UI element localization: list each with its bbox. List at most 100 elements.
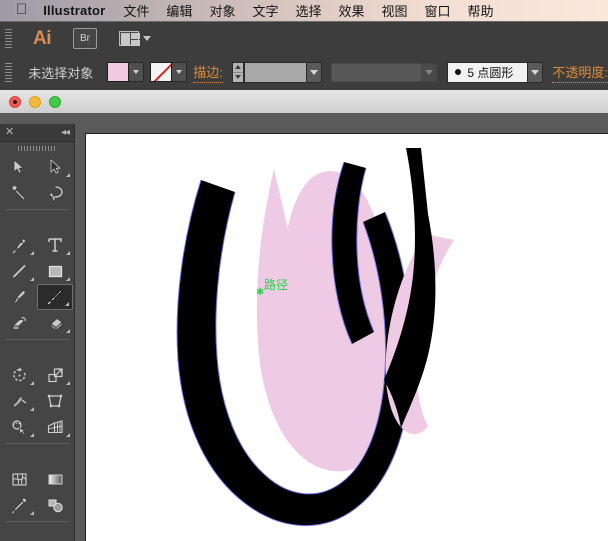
fill-dropdown-button[interactable] bbox=[129, 62, 145, 82]
stroke-profile-input[interactable] bbox=[330, 62, 423, 82]
pen-nib-icon bbox=[12, 237, 26, 253]
flyout-indicator-icon bbox=[30, 251, 34, 255]
menu-item-window[interactable]: 窗口 bbox=[425, 1, 451, 20]
flyout-indicator-icon bbox=[30, 407, 34, 411]
document-titlebar[interactable] bbox=[0, 90, 608, 114]
menu-item-view[interactable]: 视图 bbox=[382, 1, 408, 20]
magic-wand-icon bbox=[11, 184, 26, 201]
selection-status-label: 未选择对象 bbox=[28, 65, 94, 81]
width-tool-icon bbox=[11, 395, 26, 408]
paintbrush-icon bbox=[12, 289, 26, 305]
stroke-swatch-none[interactable] bbox=[150, 62, 173, 82]
tool-free-transform[interactable] bbox=[37, 388, 73, 414]
tool-width[interactable] bbox=[1, 388, 37, 414]
artwork-layer[interactable] bbox=[86, 134, 608, 541]
tool-pen[interactable] bbox=[1, 232, 37, 258]
menu-app-name[interactable]: Illustrator bbox=[43, 3, 105, 18]
tools-panel: ✕ ◂◂ bbox=[0, 124, 75, 541]
artboard-canvas[interactable]: 路径 ✱ bbox=[85, 133, 608, 541]
brush-definition-dropdown-button[interactable] bbox=[528, 61, 544, 83]
stroke-weight-input[interactable] bbox=[244, 61, 307, 83]
collapse-panel-icon[interactable]: ◂◂ bbox=[61, 127, 70, 138]
tool-paintbrush[interactable] bbox=[1, 284, 37, 310]
stroke-weight-label[interactable]: 描边: bbox=[193, 62, 223, 83]
window-minimize-button[interactable] bbox=[29, 96, 41, 108]
tool-blob-brush[interactable] bbox=[1, 310, 37, 336]
tool-pencil[interactable] bbox=[37, 284, 73, 310]
stroke-dropdown-button[interactable] bbox=[172, 62, 188, 82]
tool-lasso[interactable] bbox=[37, 180, 73, 206]
tool-direct-selection[interactable] bbox=[37, 154, 73, 180]
tool-eraser[interactable] bbox=[37, 310, 73, 336]
tool-magic-wand[interactable] bbox=[1, 180, 37, 206]
apple-logo-icon[interactable]:  bbox=[16, 2, 27, 17]
tool-rectangle[interactable] bbox=[37, 258, 73, 284]
smart-guide-label: 路径 bbox=[264, 278, 289, 292]
document-body: 路径 ✱ bbox=[0, 113, 608, 541]
perspective-grid-icon bbox=[47, 419, 63, 433]
tool-shape-builder[interactable] bbox=[1, 414, 37, 440]
tool-gradient[interactable] bbox=[37, 466, 73, 492]
close-icon[interactable]: ✕ bbox=[5, 127, 14, 138]
document-window: 路径 ✱ bbox=[0, 90, 608, 541]
stroke-color-control[interactable] bbox=[150, 62, 188, 82]
tool-blend[interactable] bbox=[37, 492, 73, 518]
menu-item-edit[interactable]: 编辑 bbox=[166, 1, 192, 20]
shape-builder-icon bbox=[11, 419, 26, 435]
menu-item-help[interactable]: 帮助 bbox=[468, 1, 494, 20]
free-transform-icon bbox=[47, 394, 62, 407]
tool-selection[interactable] bbox=[1, 154, 37, 180]
tool-mesh[interactable] bbox=[1, 466, 37, 492]
control-bar-gripper[interactable] bbox=[3, 62, 14, 82]
blend-icon bbox=[48, 499, 63, 512]
chevron-down-icon bbox=[143, 35, 151, 41]
mesh-icon bbox=[11, 472, 27, 486]
tool-rotate[interactable] bbox=[1, 362, 37, 388]
arrange-documents-button[interactable] bbox=[119, 30, 151, 46]
u-shaped-calligraphic-stroke bbox=[176, 161, 413, 526]
flyout-indicator-icon bbox=[66, 381, 70, 385]
scale-icon bbox=[47, 367, 63, 382]
launch-bridge-button[interactable]: Br bbox=[73, 27, 97, 49]
type-icon bbox=[48, 238, 62, 252]
fill-swatch[interactable] bbox=[107, 62, 130, 82]
menu-item-effect[interactable]: 效果 bbox=[338, 1, 364, 20]
flyout-indicator-icon bbox=[66, 329, 70, 333]
tool-type[interactable] bbox=[37, 232, 73, 258]
flyout-indicator-icon bbox=[30, 277, 34, 281]
tool-perspective-grid[interactable] bbox=[37, 414, 73, 440]
fill-color-control[interactable] bbox=[107, 62, 145, 82]
flyout-indicator-icon bbox=[30, 381, 34, 385]
flyout-indicator-icon bbox=[66, 251, 70, 255]
window-zoom-button[interactable] bbox=[49, 96, 61, 108]
tool-eyedropper[interactable] bbox=[1, 492, 37, 518]
menu-item-select[interactable]: 选择 bbox=[295, 1, 321, 20]
menu-item-file[interactable]: 文件 bbox=[123, 1, 149, 20]
menu-item-type[interactable]: 文字 bbox=[252, 1, 278, 20]
tool-separator bbox=[5, 209, 69, 210]
opacity-label[interactable]: 不透明度: bbox=[552, 62, 608, 83]
stroke-weight-stepper[interactable] bbox=[231, 61, 245, 83]
tools-panel-gripper[interactable] bbox=[0, 142, 74, 154]
eraser-icon bbox=[49, 317, 63, 331]
flyout-indicator-icon bbox=[30, 511, 34, 515]
menu-item-object[interactable]: 对象 bbox=[209, 1, 235, 20]
application-bar-gripper[interactable] bbox=[3, 28, 14, 48]
stroke-profile-dropdown-button[interactable] bbox=[422, 62, 438, 82]
pencil-icon bbox=[47, 289, 63, 305]
smart-guide-anchor-icon: ✱ bbox=[256, 287, 265, 298]
gradient-icon bbox=[48, 474, 62, 484]
bridge-label: Br bbox=[80, 32, 90, 44]
lasso-icon bbox=[48, 185, 63, 200]
tool-separator bbox=[5, 521, 69, 522]
tool-scale[interactable] bbox=[37, 362, 73, 388]
stroke-weight-dropdown-button[interactable] bbox=[306, 61, 322, 83]
illustrator-logo: Ai bbox=[33, 27, 52, 49]
flyout-indicator-icon bbox=[66, 173, 70, 177]
tools-panel-header[interactable]: ✕ ◂◂ bbox=[0, 124, 74, 142]
direct-selection-arrow-icon bbox=[50, 159, 61, 174]
tool-line-segment[interactable] bbox=[1, 258, 37, 284]
window-close-button[interactable] bbox=[9, 96, 21, 108]
brush-definition-input[interactable]: 5 点圆形 bbox=[447, 61, 529, 83]
illustrator-app-window:  Illustrator 文件 编辑 对象 文字 选择 效果 视图 窗口 帮助… bbox=[0, 0, 608, 541]
